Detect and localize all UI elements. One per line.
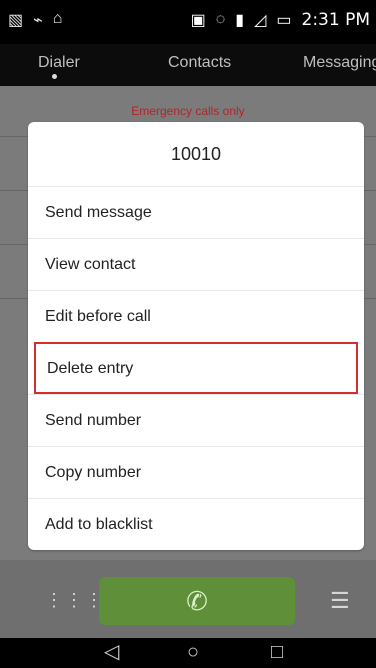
battery-icon: ▭ bbox=[276, 12, 292, 29]
usb-icon: ⌂ bbox=[52, 10, 63, 27]
recent-apps-icon[interactable]: □ bbox=[271, 642, 283, 662]
context-menu-dialog: 10010 Send message View contact Edit bef… bbox=[28, 122, 364, 550]
status-bar: ▧ ⌁ ⌂ ▣ ◌ ▮ ◿ ▭ 2:31 PM bbox=[0, 0, 376, 44]
menu-item-edit-before-call[interactable]: Edit before call bbox=[28, 290, 364, 342]
no-signal-icon: ◿ bbox=[254, 12, 267, 29]
top-tabs: Dialer Contacts Messaging bbox=[0, 44, 376, 86]
menu-item-copy-number[interactable]: Copy number bbox=[28, 446, 364, 498]
menu-item-add-to-blacklist[interactable]: Add to blacklist bbox=[28, 498, 364, 550]
menu-item-delete-entry[interactable]: Delete entry bbox=[34, 342, 358, 394]
call-button[interactable]: ✆ bbox=[99, 577, 295, 625]
vibrate-icon: ▮ bbox=[235, 12, 245, 29]
context-menu: Send message View contact Edit before ca… bbox=[28, 186, 364, 550]
nfc-icon: ▣ bbox=[190, 12, 206, 29]
tab-messaging[interactable]: Messaging bbox=[303, 54, 376, 72]
menu-item-send-number[interactable]: Send number bbox=[28, 394, 364, 446]
tab-contacts[interactable]: Contacts bbox=[168, 54, 231, 72]
status-right-icons: ▣ ◌ ▮ ◿ ▭ 2:31 PM bbox=[191, 10, 370, 30]
emergency-calls-text: Emergency calls only bbox=[131, 104, 245, 118]
wifi-icon: ⌁ bbox=[33, 12, 43, 29]
menu-item-send-message[interactable]: Send message bbox=[28, 186, 364, 238]
back-icon[interactable]: ◁ bbox=[104, 642, 119, 662]
navigation-bar: ◁ ○ □ bbox=[0, 638, 376, 668]
active-tab-indicator bbox=[52, 74, 57, 79]
image-icon: ▧ bbox=[8, 12, 24, 29]
silent-icon: ◌ bbox=[215, 11, 226, 28]
menu-item-view-contact[interactable]: View contact bbox=[28, 238, 364, 290]
phone-icon: ✆ bbox=[186, 586, 208, 616]
status-left-icons: ▧ ⌁ ⌂ bbox=[8, 10, 62, 30]
keypad-icon[interactable]: ⋮⋮⋮ bbox=[45, 590, 105, 611]
dialog-title: 10010 bbox=[170, 143, 222, 164]
home-icon[interactable]: ○ bbox=[187, 642, 199, 662]
tab-dialer[interactable]: Dialer bbox=[38, 54, 80, 72]
status-time: 2:31 PM bbox=[301, 10, 371, 30]
menu-icon[interactable]: ☰ bbox=[330, 590, 350, 612]
